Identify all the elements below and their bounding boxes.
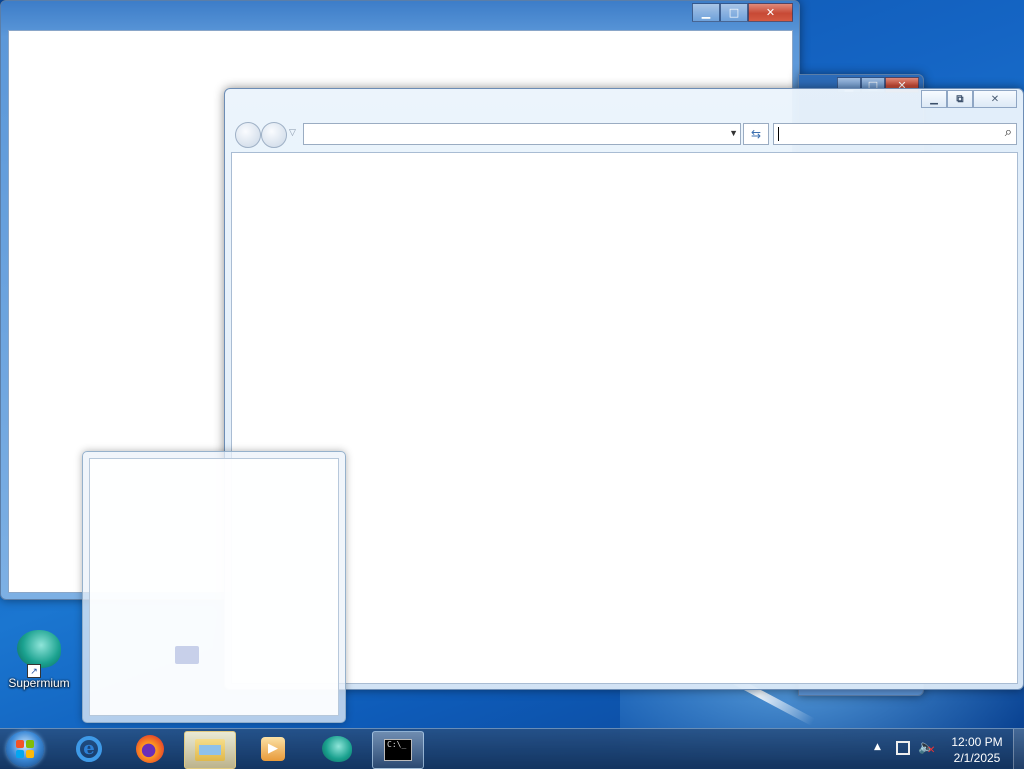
system-tray: ▲ 🔈 ✕ 12:00 PM 2/1/2025 — [864, 729, 1024, 769]
clock-date: 2/1/2025 — [953, 751, 1001, 765]
folder-icon — [175, 646, 199, 664]
restore-button[interactable]: ⧉ — [947, 90, 973, 108]
taskbar: e ▶ C:\_ ▲ 🔈 ✕ 12:00 PM 2/1/2025 — [0, 728, 1024, 769]
desktop-icon-supermium[interactable]: ↗ Supermium — [4, 630, 74, 690]
taskbar-command-prompt[interactable]: C:\_ — [372, 731, 424, 769]
start-button[interactable] — [6, 731, 44, 767]
taskbar-media-player[interactable]: ▶ — [248, 731, 298, 767]
shortcut-arrow-icon: ↗ — [27, 664, 41, 678]
show-hidden-icons-button[interactable]: ▲ — [874, 742, 881, 752]
text-caret — [778, 127, 779, 141]
taskbar-internet-explorer[interactable]: e — [64, 731, 114, 767]
windows-logo-icon — [16, 740, 34, 758]
network-icon[interactable] — [896, 741, 910, 755]
maximize-button[interactable]: □ — [720, 3, 748, 22]
search-icon[interactable]: ⌕ — [1005, 125, 1012, 140]
recent-pages-dropdown-icon[interactable]: ▽ — [289, 127, 296, 138]
thumbnail-window-preview[interactable] — [89, 458, 339, 716]
taskbar-thumbnail-preview[interactable] — [82, 451, 346, 723]
folder-icon — [195, 739, 225, 761]
close-button[interactable]: ✕ — [748, 3, 793, 22]
firefox-icon — [136, 735, 164, 763]
internet-explorer-icon: e — [76, 736, 102, 762]
address-bar[interactable]: ▼ — [303, 123, 741, 145]
minimize-button[interactable]: ▁ — [692, 3, 720, 22]
forward-button[interactable] — [261, 122, 287, 148]
explorer-caption-buttons: ▁ ⧉ ✕ — [921, 90, 1017, 108]
close-button[interactable]: ✕ — [973, 90, 1017, 108]
taskbar-firefox[interactable] — [125, 731, 175, 767]
taskbar-supermium[interactable] — [312, 731, 362, 767]
explorer-content-area[interactable] — [231, 152, 1018, 684]
supermium-icon — [322, 736, 352, 762]
refresh-button[interactable]: ⇆ — [743, 123, 769, 145]
command-prompt-icon: C:\_ — [384, 739, 412, 761]
chevron-down-icon[interactable]: ▼ — [729, 128, 738, 138]
volume-muted-icon[interactable]: 🔈 ✕ — [918, 740, 935, 756]
clock-time: 12:00 PM — [951, 735, 1003, 749]
taskbar-file-explorer[interactable] — [184, 731, 236, 769]
back-button[interactable] — [235, 122, 261, 148]
clock[interactable]: 12:00 PM 2/1/2025 — [942, 734, 1012, 766]
desktop-icon-label: Supermium — [8, 676, 70, 690]
supermium-icon: ↗ — [17, 630, 61, 678]
search-input[interactable]: ⌕ — [773, 123, 1017, 145]
back-window-caption-buttons: ▁ □ ✕ — [692, 3, 793, 22]
show-desktop-button[interactable] — [1013, 729, 1024, 769]
navigation-bar: ▽ ▼ ⇆ ⌕ — [233, 121, 1017, 148]
media-player-icon: ▶ — [261, 737, 285, 761]
minimize-button[interactable]: ▁ — [921, 90, 947, 108]
